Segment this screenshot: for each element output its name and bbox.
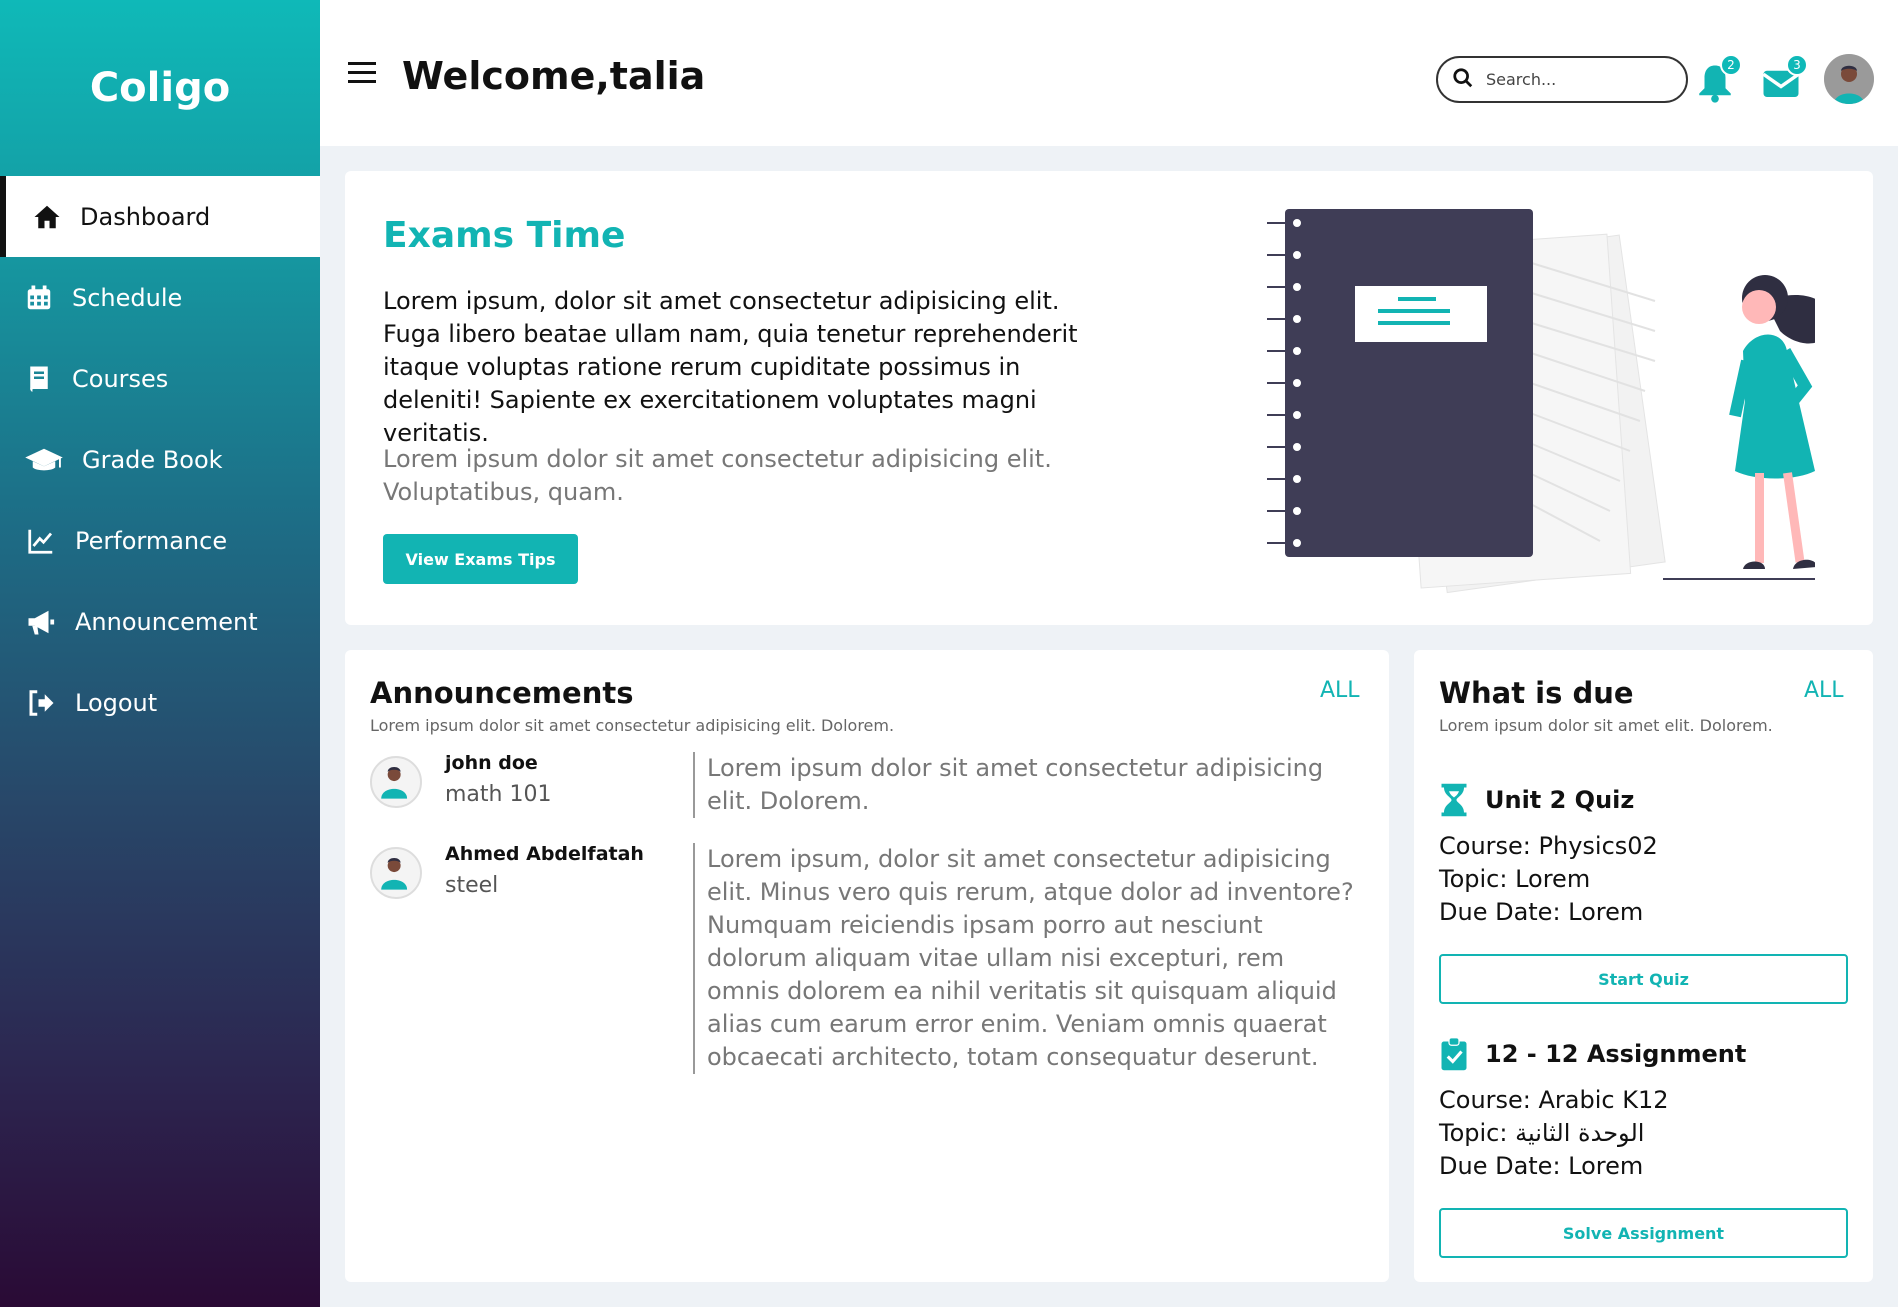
- line-chart-icon: [24, 526, 57, 556]
- avatar: [370, 756, 422, 808]
- due-item-course: Course: Arabic K12: [1439, 1086, 1669, 1114]
- notification-badge: 2: [1720, 54, 1742, 76]
- due-item-date: Due Date: Lorem: [1439, 898, 1644, 926]
- sidebar-item-schedule[interactable]: Schedule: [0, 257, 320, 338]
- sidebar-item-label: Performance: [75, 526, 228, 555]
- sidebar-item-announcement[interactable]: Announcement: [0, 581, 320, 662]
- due-item-topic: Topic: الوحدة الثانية: [1439, 1119, 1645, 1147]
- announcements-card: Announcements Lorem ipsum dolor sit amet…: [345, 650, 1389, 1282]
- sidebar-item-logout[interactable]: Logout: [0, 662, 320, 743]
- graduation-cap-icon: [24, 445, 64, 475]
- hero-subtext: Lorem ipsum dolor sit amet consectetur a…: [383, 445, 1052, 506]
- avatar: [370, 847, 422, 899]
- calendar-icon: [24, 283, 54, 313]
- sidebar-nav: Dashboard Schedule Courses Grade Book Pe…: [0, 176, 320, 743]
- announcement-author: john doe: [445, 752, 538, 774]
- announcement-course: steel: [445, 873, 499, 898]
- announcement-text: Lorem ipsum dolor sit amet consectetur a…: [693, 752, 1363, 818]
- top-header: Welcome,talia 2 3: [320, 0, 1898, 146]
- messages-button[interactable]: 3: [1760, 54, 1808, 104]
- start-quiz-button[interactable]: Start Quiz: [1439, 954, 1848, 1004]
- sidebar-item-label: Dashboard: [80, 202, 211, 231]
- megaphone-icon: [24, 607, 57, 637]
- announcements-all-link[interactable]: ALL: [1320, 678, 1360, 703]
- due-item-title: 12 - 12 Assignment: [1439, 1036, 1746, 1072]
- user-avatar-icon: [381, 858, 408, 890]
- message-badge: 3: [1786, 54, 1808, 76]
- sidebar-item-label: Grade Book: [82, 445, 223, 474]
- logout-icon: [24, 688, 57, 718]
- due-item-name: Unit 2 Quiz: [1485, 786, 1635, 814]
- announcement-course: math 101: [445, 782, 552, 807]
- home-icon: [32, 202, 62, 232]
- user-avatar[interactable]: [1824, 54, 1874, 104]
- due-item-title: Unit 2 Quiz: [1439, 782, 1634, 818]
- hero-description: Lorem ipsum, dolor sit amet consectetur …: [383, 287, 1078, 447]
- sidebar-item-label: Logout: [75, 688, 158, 717]
- user-avatar-icon: [1824, 54, 1874, 104]
- solve-assignment-button[interactable]: Solve Assignment: [1439, 1208, 1848, 1258]
- due-item-topic: Topic: Lorem: [1439, 865, 1591, 893]
- notifications-button[interactable]: 2: [1694, 54, 1742, 104]
- what-is-due-card: What is due Lorem ipsum dolor sit amet e…: [1414, 650, 1873, 1282]
- search-box[interactable]: [1436, 56, 1688, 103]
- book-icon: [24, 364, 54, 394]
- brand-logo[interactable]: Coligo: [0, 0, 320, 176]
- sidebar-item-courses[interactable]: Courses: [0, 338, 320, 419]
- exam-illustration: [1267, 209, 1815, 594]
- due-item-date: Due Date: Lorem: [1439, 1152, 1644, 1180]
- announcement-item: Ahmed Abdelfatah steel Lorem ipsum, dolo…: [370, 843, 1370, 1163]
- due-item-name: 12 - 12 Assignment: [1485, 1040, 1747, 1068]
- hourglass-icon: [1439, 782, 1471, 818]
- announcements-subtitle: Lorem ipsum dolor sit amet consectetur a…: [370, 716, 895, 735]
- page-title: Welcome,talia: [402, 54, 706, 98]
- sidebar-item-label: Announcement: [75, 607, 258, 636]
- announcement-text: Lorem ipsum, dolor sit amet consectetur …: [693, 843, 1363, 1074]
- search-input[interactable]: [1486, 70, 1666, 89]
- clipboard-check-icon: [1439, 1036, 1471, 1072]
- menu-icon[interactable]: [348, 62, 376, 86]
- view-exams-tips-button[interactable]: View Exams Tips: [383, 534, 578, 584]
- sidebar-item-performance[interactable]: Performance: [0, 500, 320, 581]
- search-icon: [1452, 67, 1474, 93]
- announcement-author: Ahmed Abdelfatah: [445, 843, 644, 865]
- sidebar-item-label: Schedule: [72, 283, 183, 312]
- due-subtitle: Lorem ipsum dolor sit amet elit. Dolorem…: [1439, 716, 1773, 735]
- sidebar-item-dashboard[interactable]: Dashboard: [0, 176, 320, 257]
- exams-hero-card: Exams Time Lorem ipsum, dolor sit amet c…: [345, 171, 1873, 625]
- sidebar-item-grade-book[interactable]: Grade Book: [0, 419, 320, 500]
- sidebar-item-label: Courses: [72, 364, 169, 393]
- due-all-link[interactable]: ALL: [1804, 678, 1844, 703]
- user-avatar-icon: [381, 767, 408, 799]
- announcement-item: john doe math 101 Lorem ipsum dolor sit …: [370, 752, 1370, 822]
- hero-title: Exams Time: [383, 215, 626, 256]
- due-title: What is due: [1439, 676, 1634, 710]
- sidebar: Coligo Dashboard Schedule Courses Grade …: [0, 0, 320, 1307]
- due-item-course: Course: Physics02: [1439, 832, 1658, 860]
- announcements-title: Announcements: [370, 676, 634, 710]
